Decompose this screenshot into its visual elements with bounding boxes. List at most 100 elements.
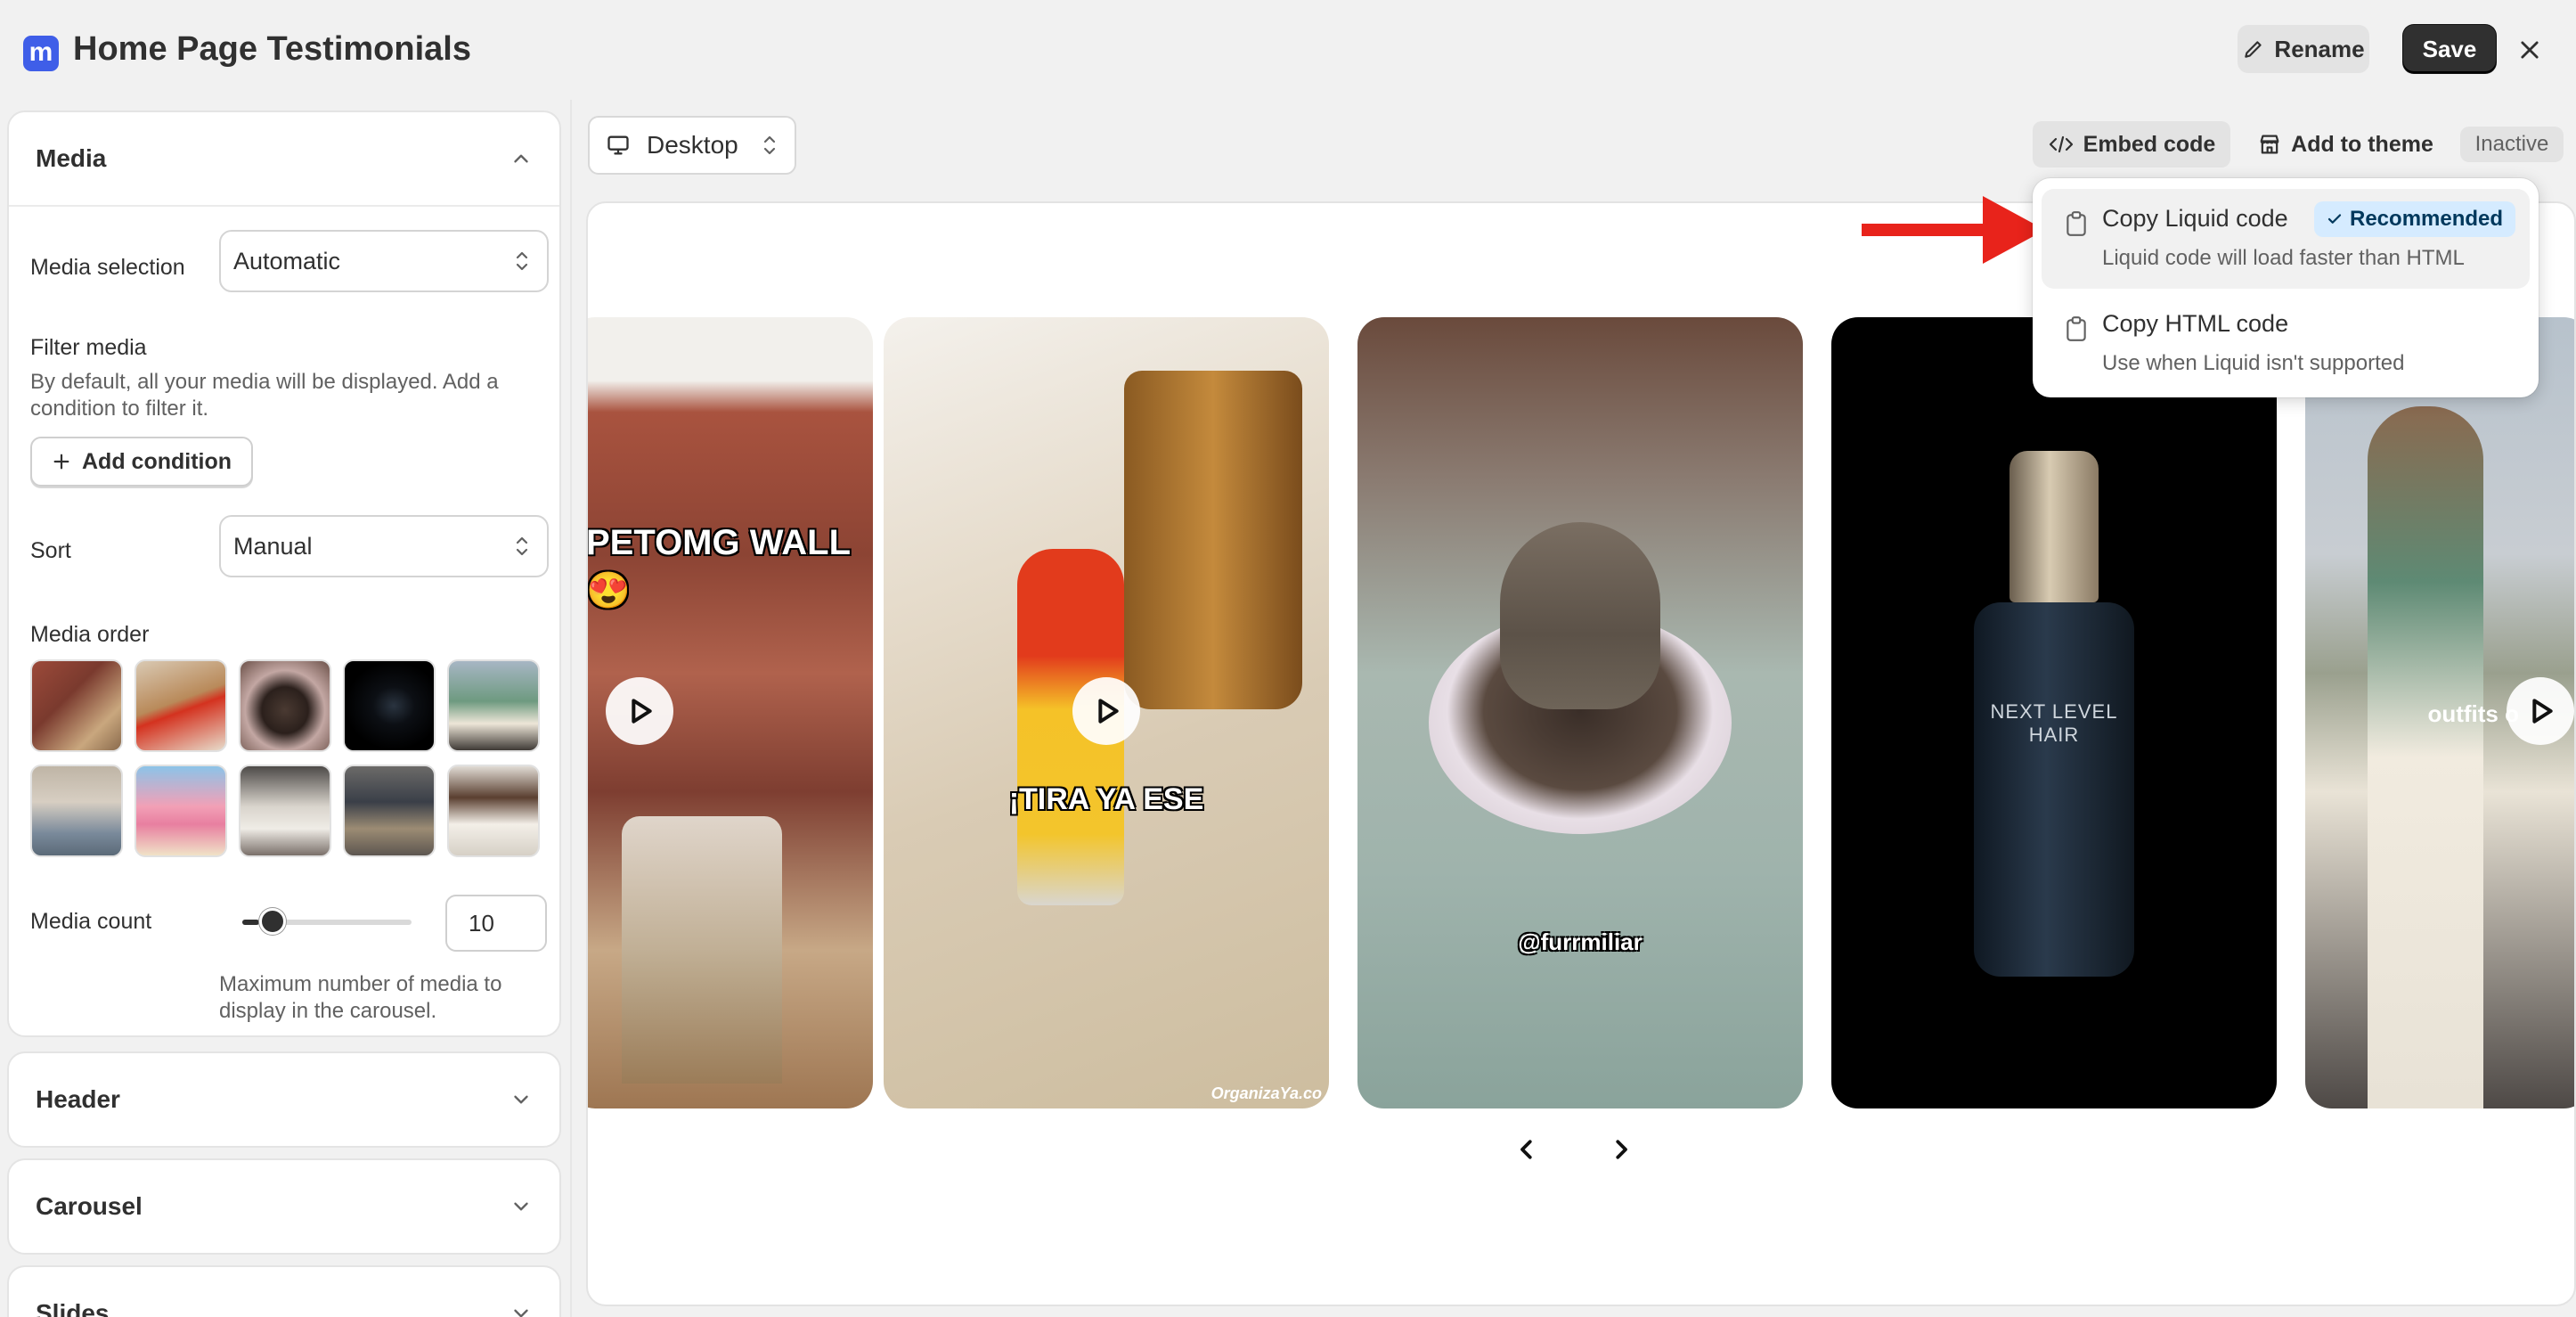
- media-thumbnail[interactable]: [135, 659, 227, 752]
- media-thumbnail[interactable]: [239, 765, 331, 857]
- device-label: Desktop: [647, 131, 738, 159]
- media-thumbnail[interactable]: [30, 765, 123, 857]
- slide-caption: PETOMG WALL 😍: [586, 523, 851, 610]
- carousel-slide[interactable]: outfits o: [2305, 317, 2574, 1108]
- sort-value: Manual: [233, 532, 313, 560]
- divider: [9, 205, 559, 207]
- media-thumbnail[interactable]: [343, 765, 436, 857]
- pencil-icon: [2245, 41, 2262, 58]
- carousel-prev-button[interactable]: [1509, 1132, 1545, 1167]
- clipboard-icon: [2067, 316, 2086, 341]
- save-button[interactable]: Save: [2403, 25, 2496, 73]
- panel-divider: [570, 100, 572, 1317]
- embed-code-menu: Copy Liquid code Recommended Liquid code…: [2033, 178, 2539, 397]
- media-section-header[interactable]: Media: [9, 112, 559, 205]
- play-button[interactable]: [606, 677, 673, 745]
- media-count-input[interactable]: 10: [445, 895, 547, 952]
- header-section-title: Header: [36, 1085, 120, 1113]
- sort-select[interactable]: Manual: [219, 515, 549, 577]
- carousel-section[interactable]: Carousel: [7, 1158, 561, 1255]
- add-to-theme-button[interactable]: Add to theme: [2246, 121, 2444, 168]
- add-condition-button[interactable]: Add condition: [30, 437, 254, 487]
- play-icon: [632, 699, 652, 724]
- copy-liquid-code-title: Copy Liquid code: [2102, 205, 2288, 232]
- select-chevrons-icon: [763, 135, 776, 155]
- chevron-up-icon: [514, 154, 528, 163]
- recommended-badge: Recommended: [2314, 201, 2516, 237]
- media-thumbnail[interactable]: [30, 659, 123, 752]
- annotation-arrow: [1862, 196, 2045, 264]
- media-order-grid: [30, 659, 549, 857]
- slides-section-title: Slides: [36, 1299, 110, 1317]
- play-button[interactable]: [1072, 677, 1140, 745]
- media-thumbnail[interactable]: [343, 659, 436, 752]
- slide-caption: ¡TIRA YA ESE: [1008, 782, 1204, 816]
- slide-caption: outfits o: [2427, 700, 2519, 727]
- media-order-label: Media order: [30, 622, 150, 647]
- copy-liquid-code-item[interactable]: Copy Liquid code Recommended Liquid code…: [2042, 189, 2530, 289]
- embed-code-label: Embed code: [2083, 131, 2216, 157]
- carousel-slide[interactable]: @furrmiliar: [1357, 317, 1803, 1108]
- filter-media-help: By default, all your media will be displ…: [30, 370, 499, 421]
- slides-section[interactable]: Slides: [7, 1265, 561, 1317]
- media-count-label: Media count: [30, 909, 152, 934]
- top-bar: m Home Page Testimonials Rename Save: [0, 0, 2576, 100]
- slide-figure: [2009, 451, 2099, 602]
- slide-caption: @furrmiliar: [1518, 928, 1643, 955]
- chevron-left-icon: [1520, 1140, 1532, 1159]
- play-icon: [2532, 699, 2553, 724]
- copy-html-code-item[interactable]: Copy HTML code Use when Liquid isn't sup…: [2042, 294, 2530, 394]
- page-title: Home Page Testimonials: [73, 30, 471, 68]
- chevron-down-icon: [514, 1309, 528, 1317]
- play-icon: [1098, 699, 1119, 724]
- sort-label: Sort: [30, 538, 71, 563]
- device-select[interactable]: Desktop: [588, 116, 796, 175]
- slider-handle[interactable]: [259, 908, 286, 935]
- header-section[interactable]: Header: [7, 1051, 561, 1148]
- carousel-slide[interactable]: NEXT LEVEL HAIR: [1831, 317, 2277, 1108]
- media-selection-label: Media selection: [30, 255, 185, 280]
- close-button[interactable]: [2512, 32, 2547, 68]
- add-to-theme-label: Add to theme: [2291, 131, 2433, 157]
- embed-code-button[interactable]: Embed code: [2033, 121, 2230, 168]
- media-count-help: Maximum number of media to display in th…: [219, 972, 502, 1023]
- media-section: Media Media selection Automatic Filter m…: [7, 110, 561, 1037]
- copy-html-code-subtitle: Use when Liquid isn't supported: [2102, 351, 2405, 375]
- copy-html-code-title: Copy HTML code: [2102, 310, 2289, 337]
- code-icon: [2049, 135, 2073, 153]
- rename-button[interactable]: Rename: [2238, 25, 2369, 73]
- carousel-next-button[interactable]: [1603, 1132, 1639, 1167]
- media-count-slider[interactable]: [242, 908, 412, 935]
- media-thumbnail[interactable]: [239, 659, 331, 752]
- rename-label: Rename: [2274, 35, 2365, 62]
- media-thumbnail[interactable]: [447, 659, 540, 752]
- add-condition-label: Add condition: [82, 448, 232, 474]
- carousel-slide[interactable]: PETOMG WALL 😍: [586, 317, 873, 1108]
- checkmark-icon: [2327, 214, 2342, 224]
- play-button[interactable]: [2507, 677, 2574, 745]
- chevron-down-icon: [514, 1095, 528, 1104]
- desktop-icon: [607, 135, 629, 155]
- slide-figure: [2368, 406, 2483, 1108]
- select-chevrons-icon: [516, 251, 528, 271]
- copy-liquid-code-subtitle: Liquid code will load faster than HTML: [2102, 246, 2465, 270]
- media-thumbnail[interactable]: [135, 765, 227, 857]
- slide-caption: NEXT LEVEL HAIR: [1990, 700, 2118, 746]
- store-icon: [2260, 135, 2279, 154]
- status-badge: Inactive: [2460, 127, 2564, 162]
- settings-sidebar: Media Media selection Automatic Filter m…: [0, 100, 570, 1317]
- media-section-title: Media: [36, 144, 107, 172]
- close-icon: [2521, 41, 2539, 59]
- slide-figure: [1500, 522, 1660, 709]
- select-chevrons-icon: [516, 536, 528, 556]
- recommended-label: Recommended: [2350, 207, 2504, 231]
- app-logo: m: [23, 36, 59, 71]
- slide-figure: [622, 816, 782, 1084]
- carousel-slide[interactable]: ¡TIRA YA ESE OrganizaYa.co: [884, 317, 1329, 1108]
- media-selection-select[interactable]: Automatic: [219, 230, 549, 292]
- slide-watermark: OrganizaYa.co: [1211, 1084, 1322, 1102]
- chevron-down-icon: [514, 1202, 528, 1211]
- chevron-right-icon: [1616, 1140, 1627, 1159]
- media-thumbnail[interactable]: [447, 765, 540, 857]
- carousel-section-title: Carousel: [36, 1192, 143, 1220]
